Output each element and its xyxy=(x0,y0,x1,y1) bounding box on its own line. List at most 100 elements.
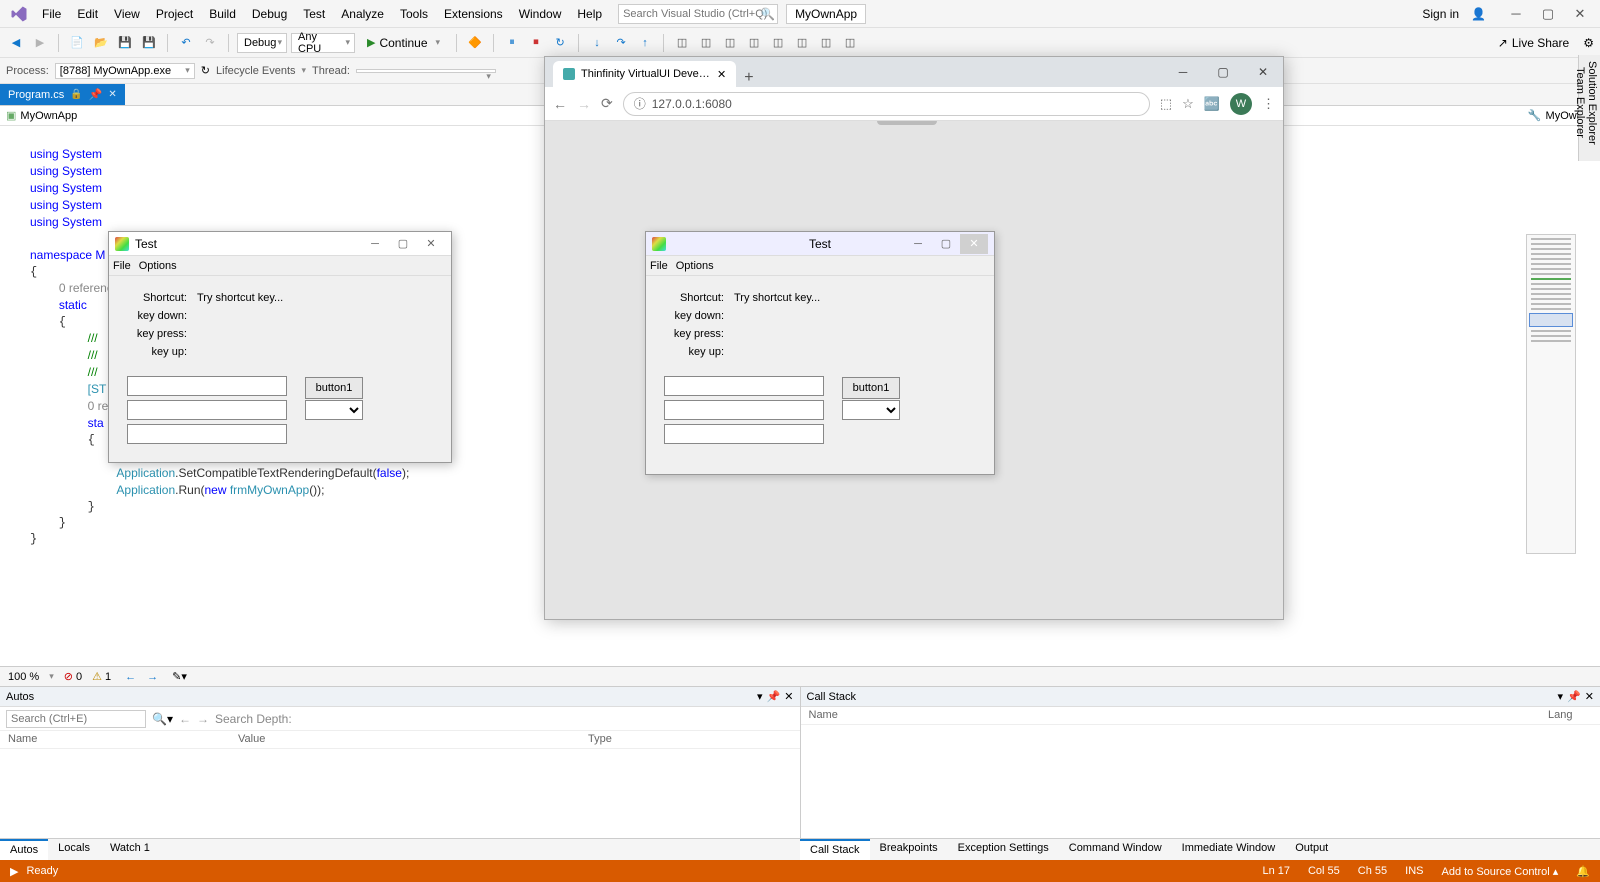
step-icon[interactable]: 🔶 xyxy=(465,33,485,53)
menu-view[interactable]: View xyxy=(106,3,148,25)
step-out-icon[interactable]: ↑ xyxy=(635,33,655,53)
winforms-window-native[interactable]: Test ─ ▢ ✕ File Options Shortcut:Try sho… xyxy=(108,231,452,463)
tab-callstack[interactable]: Call Stack xyxy=(800,839,870,860)
wf-menu-file[interactable]: File xyxy=(113,260,131,272)
refresh-icon[interactable]: ↻ xyxy=(201,64,210,77)
thread-dropdown[interactable] xyxy=(356,69,496,73)
error-count[interactable]: ⊘0 xyxy=(64,670,82,683)
tb-icon[interactable]: ◫ xyxy=(816,33,836,53)
maximize-button[interactable]: ▢ xyxy=(1532,6,1564,22)
next-issue-icon[interactable]: → xyxy=(147,671,158,683)
tb-icon[interactable]: ◫ xyxy=(768,33,788,53)
save-icon[interactable]: 💾 xyxy=(115,33,135,53)
menu-help[interactable]: Help xyxy=(569,3,610,25)
prev-result-icon[interactable]: ← xyxy=(179,712,191,726)
browser-menu-icon[interactable]: ⋮ xyxy=(1262,96,1275,112)
text-input-1[interactable] xyxy=(127,376,287,396)
tb-icon[interactable]: ◫ xyxy=(744,33,764,53)
menu-edit[interactable]: Edit xyxy=(69,3,106,25)
browser-forward-icon[interactable]: → xyxy=(577,96,591,112)
text-input-1[interactable] xyxy=(664,376,824,396)
stop-icon[interactable]: ⏹ xyxy=(526,33,546,53)
wf-menu-options[interactable]: Options xyxy=(139,260,177,272)
tb-icon[interactable]: ◫ xyxy=(696,33,716,53)
text-input-2[interactable] xyxy=(127,400,287,420)
menu-build[interactable]: Build xyxy=(201,3,244,25)
panel-pin-icon[interactable]: 📌 xyxy=(1567,690,1581,703)
menu-tools[interactable]: Tools xyxy=(392,3,436,25)
cleanup-icon[interactable]: ✎▾ xyxy=(172,670,187,683)
text-input-2[interactable] xyxy=(664,400,824,420)
bookmark-icon[interactable]: ☆ xyxy=(1182,96,1194,112)
tab-locals[interactable]: Locals xyxy=(48,839,100,860)
text-input-3[interactable] xyxy=(127,424,287,444)
notifications-icon[interactable]: 🔔 xyxy=(1576,865,1590,878)
browser-close[interactable]: ✕ xyxy=(1243,57,1283,87)
menu-test[interactable]: Test xyxy=(295,3,333,25)
menu-project[interactable]: Project xyxy=(148,3,201,25)
menu-file[interactable]: File xyxy=(34,3,69,25)
window-minimize[interactable]: ─ xyxy=(904,238,932,250)
menu-analyze[interactable]: Analyze xyxy=(333,3,392,25)
solution-explorer-tab[interactable]: Solution Explorer xyxy=(1586,61,1598,145)
tb-icon[interactable]: ◫ xyxy=(720,33,740,53)
col-value[interactable]: Value xyxy=(230,731,580,748)
text-input-3[interactable] xyxy=(664,424,824,444)
forward-icon[interactable]: ▶ xyxy=(30,33,50,53)
user-icon[interactable]: 👤 xyxy=(1471,7,1486,21)
window-close[interactable]: ✕ xyxy=(417,237,445,250)
step-into-icon[interactable]: ↓ xyxy=(587,33,607,53)
code-minimap[interactable] xyxy=(1526,234,1576,554)
signin-link[interactable]: Sign in xyxy=(1422,7,1459,21)
lock-icon[interactable]: 🔒 xyxy=(70,89,82,100)
search-icon[interactable]: 🔍 xyxy=(760,7,774,21)
browser-back-icon[interactable]: ← xyxy=(553,96,567,112)
col-lang[interactable]: Lang xyxy=(1540,707,1600,724)
back-icon[interactable]: ◀ xyxy=(6,33,26,53)
menu-debug[interactable]: Debug xyxy=(244,3,295,25)
button1[interactable]: button1 xyxy=(305,377,363,399)
menu-window[interactable]: Window xyxy=(511,3,570,25)
process-dropdown[interactable]: [8788] MyOwnApp.exe xyxy=(55,63,195,79)
panel-pin-icon[interactable]: 📌 xyxy=(767,690,781,703)
window-close[interactable]: ✕ xyxy=(960,234,988,254)
browser-window[interactable]: Thinfinity VirtualUI Development ✕ + ─ ▢… xyxy=(544,56,1284,620)
col-name[interactable]: Name xyxy=(801,707,1541,724)
browser-reload-icon[interactable]: ⟳ xyxy=(601,95,613,112)
panel-dropdown-icon[interactable]: ▾ xyxy=(757,690,763,703)
minimize-button[interactable]: ─ xyxy=(1500,6,1532,21)
extension-icon[interactable]: ⬚ xyxy=(1160,96,1172,112)
tb-icon[interactable]: ◫ xyxy=(840,33,860,53)
tab-autos[interactable]: Autos xyxy=(0,839,48,860)
platform-dropdown[interactable]: Any CPU xyxy=(291,33,355,53)
settings-icon[interactable]: ⚙ xyxy=(1583,36,1594,50)
combo-box[interactable] xyxy=(305,400,363,420)
panel-close-icon[interactable]: ✕ xyxy=(784,690,793,703)
lifecycle-label[interactable]: Lifecycle Events xyxy=(216,65,295,77)
zoom-level[interactable]: 100 % xyxy=(8,671,39,683)
translate-icon[interactable]: 🔤 xyxy=(1204,96,1220,112)
tb-icon[interactable]: ◫ xyxy=(672,33,692,53)
close-button[interactable]: ✕ xyxy=(1564,6,1596,22)
col-name[interactable]: Name xyxy=(0,731,230,748)
pin-icon[interactable]: 📌 xyxy=(89,88,103,101)
search-input[interactable] xyxy=(618,4,778,24)
address-bar[interactable]: ⓘ 127.0.0.1:6080 xyxy=(623,92,1150,116)
tab-command[interactable]: Command Window xyxy=(1059,839,1172,860)
autos-search-input[interactable] xyxy=(6,710,146,728)
redo-icon[interactable]: ↷ xyxy=(200,33,220,53)
save-all-icon[interactable]: 💾 xyxy=(139,33,159,53)
warning-count[interactable]: ⚠1 xyxy=(92,670,111,683)
prev-issue-icon[interactable]: ← xyxy=(125,671,136,683)
wf-menu-options[interactable]: Options xyxy=(676,260,714,272)
tab-breakpoints[interactable]: Breakpoints xyxy=(870,839,948,860)
tb-icon[interactable]: ◫ xyxy=(792,33,812,53)
new-item-icon[interactable]: 📄 xyxy=(67,33,87,53)
next-result-icon[interactable]: → xyxy=(197,712,209,726)
window-maximize[interactable]: ▢ xyxy=(389,237,417,250)
source-control-button[interactable]: Add to Source Control ▴ xyxy=(1441,865,1558,878)
tab-output[interactable]: Output xyxy=(1285,839,1338,860)
winforms-window-web[interactable]: Test ─ ▢ ✕ File Options Shortcut:Try sho… xyxy=(645,231,995,475)
new-tab-button[interactable]: + xyxy=(736,69,761,87)
liveshare-button[interactable]: ↗ Live Share ⚙ xyxy=(1498,36,1594,50)
